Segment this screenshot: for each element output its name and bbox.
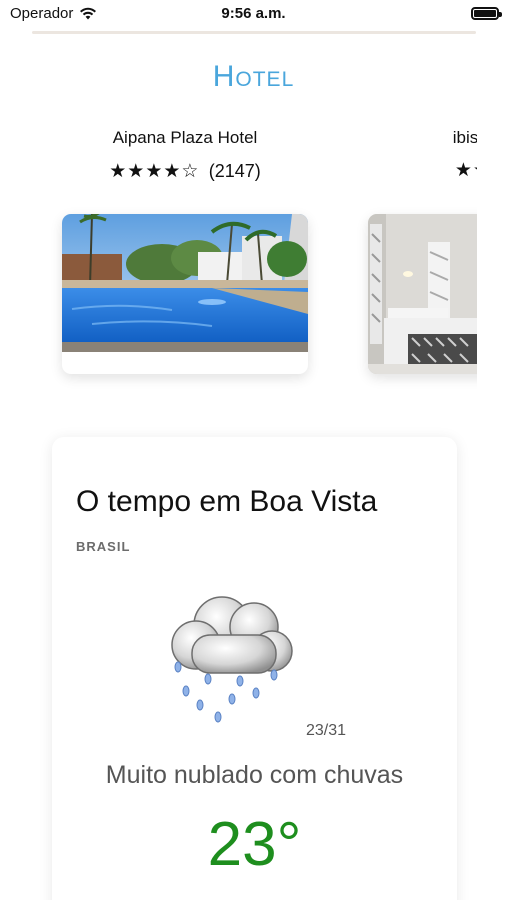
status-bar: Operador 9:56 a.m. — [0, 0, 507, 28]
weather-title: O tempo em Boa Vista — [76, 485, 378, 518]
top-divider — [32, 31, 476, 34]
hotel-photo-card[interactable] — [368, 214, 477, 374]
hotel-name: Aipana Plaza Hotel — [112, 128, 258, 147]
cloud-rain-icon — [171, 596, 293, 723]
star-rating-icon: ★★★★ — [454, 160, 477, 181]
weather-description: Muito nublado com chuvas — [105, 761, 404, 789]
hotel-carousel[interactable]: Aipana Plaza Hotel ★★★★☆ (2147) ibis ★ — [0, 120, 477, 400]
weather-temperature: 23° — [207, 810, 302, 879]
pool-photo — [62, 214, 308, 352]
hotel-name: ibis Styles — [452, 128, 477, 147]
hotel-item[interactable]: ibis Styles ★★★★ — [368, 120, 477, 186]
hotel-item[interactable]: Aipana Plaza Hotel ★★★★☆ (2147) — [62, 120, 308, 186]
star-rating-icon: ★★★★☆ — [109, 161, 200, 182]
clock: 9:56 a.m. — [221, 5, 286, 22]
section-title: Hotel — [212, 60, 295, 93]
hotel-rating: ★★★★ — [368, 156, 477, 186]
hotel-photo-card[interactable] — [62, 214, 308, 374]
hotel-rating: ★★★★☆ (2147) — [62, 156, 308, 186]
weather-card: O tempo em Boa Vista BRASIL 23/31 Muito … — [52, 437, 457, 900]
weather-country: BRASIL — [76, 539, 131, 554]
weather-date: 23/31 — [306, 722, 347, 739]
room-photo — [368, 214, 477, 374]
review-count: (2147) — [208, 161, 261, 181]
battery-icon — [471, 7, 502, 20]
